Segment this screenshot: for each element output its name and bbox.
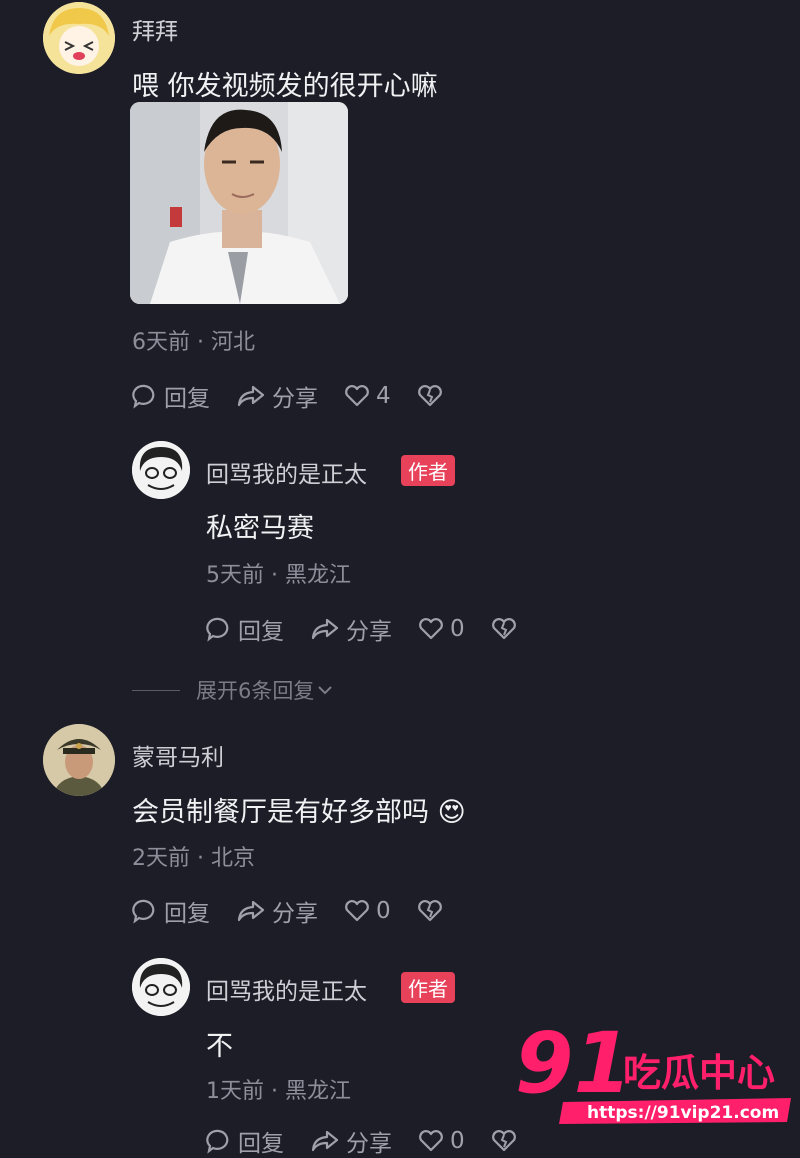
author-avatar[interactable] bbox=[132, 441, 190, 499]
like-button[interactable]: 0 bbox=[418, 616, 465, 642]
comment-meta: 2天前 · 北京 bbox=[132, 846, 255, 871]
comment-meta: 6天前 · 河北 bbox=[132, 330, 255, 355]
comment-bubble-icon bbox=[132, 384, 155, 409]
share-arrow-icon bbox=[311, 618, 339, 640]
reply-actions: 回复 分享 0 bbox=[206, 1124, 549, 1158]
reply-button[interactable]: 回复 bbox=[206, 1124, 284, 1158]
dislike-button[interactable] bbox=[417, 384, 449, 408]
like-count: 4 bbox=[376, 383, 391, 409]
like-button[interactable]: 0 bbox=[344, 898, 391, 924]
broken-heart-icon bbox=[491, 1130, 516, 1152]
comment-actions: 回复 分享 0 bbox=[132, 894, 475, 928]
author-badge: 作者 bbox=[401, 972, 455, 1003]
broken-heart-icon bbox=[491, 618, 516, 640]
dislike-button[interactable] bbox=[491, 1129, 523, 1153]
watermark-logo: 91 吃瓜中心 https://91vip21.com bbox=[515, 1014, 795, 1127]
broken-heart-icon bbox=[417, 385, 442, 407]
expand-replies-button[interactable]: 展开6条回复 bbox=[132, 675, 334, 705]
reply-meta: 1天前 · 黑龙江 bbox=[206, 1079, 351, 1104]
share-button[interactable]: 分享 bbox=[236, 379, 318, 413]
comment-username[interactable]: 蒙哥马利 bbox=[132, 738, 224, 772]
watermark-number: 91 bbox=[515, 1022, 632, 1112]
reply-meta: 5天前 · 黑龙江 bbox=[206, 563, 351, 588]
watermark-brand-text: 吃瓜中心 bbox=[623, 1051, 775, 1095]
watermark-url: https://91vip21.com bbox=[587, 1103, 779, 1123]
user-avatar-baibai[interactable] bbox=[43, 2, 115, 74]
reply-actions: 回复 分享 0 bbox=[206, 612, 549, 646]
comment-username[interactable]: 拜拜 bbox=[132, 12, 178, 46]
author-avatar[interactable] bbox=[132, 958, 190, 1016]
reply-text: 私密马赛 bbox=[206, 513, 314, 544]
like-button[interactable]: 0 bbox=[418, 1128, 465, 1154]
user-avatar-menggemali[interactable] bbox=[43, 724, 115, 796]
comment-text: 喂 你发视频发的很开心嘛 bbox=[132, 71, 438, 102]
reply-text: 不 bbox=[206, 1031, 233, 1062]
heart-icon bbox=[345, 900, 369, 922]
dislike-button[interactable] bbox=[417, 899, 449, 923]
comment-bubble-icon bbox=[132, 899, 155, 924]
dislike-button[interactable] bbox=[491, 617, 523, 641]
heart-icon bbox=[419, 618, 443, 640]
reply-username[interactable]: 回骂我的是正太 bbox=[206, 455, 367, 489]
comment-text-row: 会员制餐厅是有好多部吗 😍 bbox=[132, 790, 466, 829]
like-button[interactable]: 4 bbox=[344, 383, 391, 409]
share-button[interactable]: 分享 bbox=[310, 1124, 392, 1158]
reply-button[interactable]: 回复 bbox=[132, 894, 210, 928]
share-arrow-icon bbox=[237, 900, 265, 922]
share-button[interactable]: 分享 bbox=[310, 612, 392, 646]
like-count: 0 bbox=[450, 1128, 465, 1154]
comment-bubble-icon bbox=[206, 617, 229, 642]
heart-eyes-emoji: 😍 bbox=[437, 797, 466, 828]
heart-icon bbox=[419, 1130, 443, 1152]
share-arrow-icon bbox=[237, 385, 265, 407]
share-button[interactable]: 分享 bbox=[236, 894, 318, 928]
author-badge: 作者 bbox=[401, 455, 455, 486]
like-count: 0 bbox=[450, 616, 465, 642]
reply-username[interactable]: 回骂我的是正太 bbox=[206, 972, 367, 1006]
like-count: 0 bbox=[376, 898, 391, 924]
share-arrow-icon bbox=[311, 1130, 339, 1152]
divider bbox=[132, 689, 180, 691]
comment-actions: 回复 分享 4 bbox=[132, 379, 475, 413]
comment-bubble-icon bbox=[206, 1129, 229, 1154]
broken-heart-icon bbox=[417, 900, 442, 922]
heart-icon bbox=[345, 385, 369, 407]
comment-text: 会员制餐厅是有好多部吗 bbox=[132, 797, 429, 828]
reply-button[interactable]: 回复 bbox=[206, 612, 284, 646]
comment-image-thumbnail[interactable] bbox=[130, 102, 348, 304]
reply-button[interactable]: 回复 bbox=[132, 379, 210, 413]
chevron-down-icon bbox=[318, 686, 333, 695]
